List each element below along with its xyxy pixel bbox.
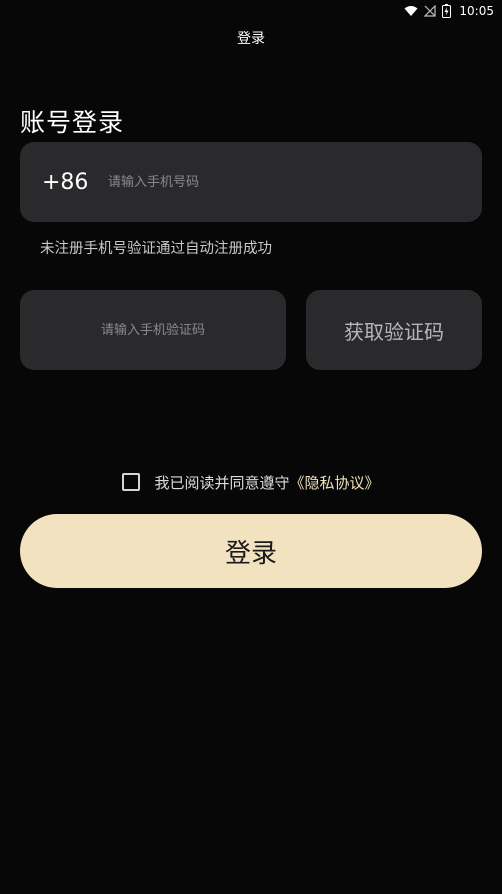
code-field-container <box>20 290 286 370</box>
battery-charging-icon <box>442 4 452 18</box>
status-time: 10:05 <box>459 4 494 18</box>
register-hint: 未注册手机号验证通过自动注册成功 <box>40 241 272 257</box>
phone-input[interactable] <box>108 174 408 190</box>
phone-field-container: +86 <box>20 142 482 222</box>
page-title: 账号登录 <box>20 108 125 137</box>
wifi-icon <box>404 6 418 16</box>
no-signal-icon <box>424 5 437 17</box>
agreement-row: 我已阅读并同意遵守 《隐私协议》 <box>0 470 502 494</box>
status-bar: 10:05 <box>0 0 502 22</box>
agreement-text: 我已阅读并同意遵守 <box>154 473 290 492</box>
agreement-checkbox[interactable] <box>122 473 141 491</box>
country-code[interactable]: +86 <box>42 170 108 195</box>
nav-title: 登录 <box>237 31 265 47</box>
login-button[interactable]: 登录 <box>20 514 482 588</box>
privacy-policy-link[interactable]: 《隐私协议》 <box>290 472 380 493</box>
verification-code-input[interactable] <box>33 322 273 338</box>
get-code-button[interactable]: 获取验证码 <box>306 290 482 370</box>
